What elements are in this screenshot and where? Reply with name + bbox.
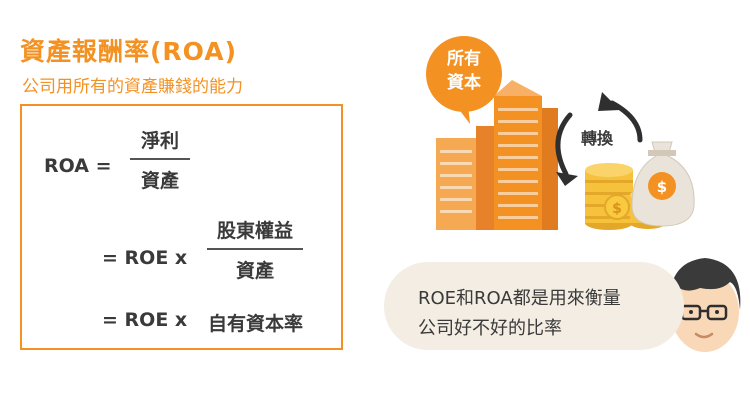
money-bag-dollar-symbol: $: [657, 178, 667, 196]
coin-dollar-symbol: $: [612, 201, 622, 217]
speech-line: 公司好不好的比率: [418, 318, 562, 339]
speech-line: ROE和ROA都是用來衡量: [418, 288, 621, 309]
assets-bubble-text: 所有 資本: [426, 47, 502, 95]
exchange-label: 轉換: [581, 129, 614, 148]
money-bag-icon: $: [631, 141, 695, 227]
assets-bubble-line: 資本: [447, 73, 481, 93]
assets-bubble-line: 所有: [447, 49, 481, 69]
